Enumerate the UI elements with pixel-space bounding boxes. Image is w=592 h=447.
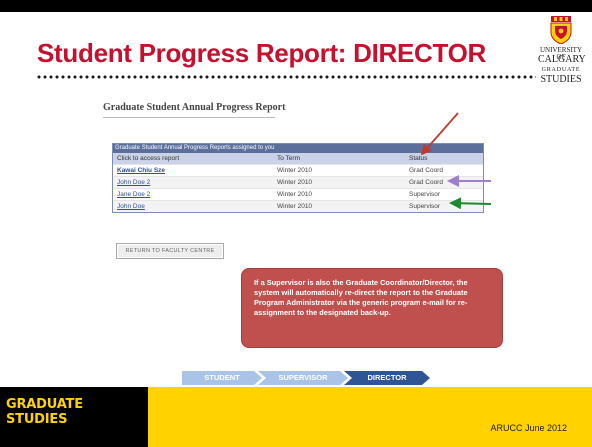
university-logo: UNIVERSITY OF CALGARY GRADUATE STUDIES (538, 12, 586, 92)
report-link[interactable]: Kawai Chiu Sze (117, 167, 165, 174)
term-cell: Winter 2010 (277, 191, 313, 198)
table-row: Jane Doe 2 Winter 2010 Supervisor (113, 188, 483, 200)
footer-bar: GRADUATE STUDIES ARUCC June 2012 (0, 387, 592, 447)
footer-date: ARUCC June 2012 (490, 423, 567, 433)
column-header-status: Status (409, 155, 428, 162)
column-header-report: Click to access report (117, 155, 180, 162)
workflow-steps: STUDENT SUPERVISOR DIRECTOR (182, 371, 430, 385)
slide-title: Student Progress Report: DIRECTOR (37, 38, 486, 68)
report-link[interactable]: John Doe 2 (117, 179, 150, 186)
logo-studies: STUDIES (540, 74, 582, 85)
logo-calgary: CALGARY (538, 54, 586, 65)
table-row: John Doe 2 Winter 2010 Grad Coord (113, 176, 483, 188)
footer-brand-text: GRADUATE STUDIES (6, 397, 83, 427)
dotted-divider (36, 74, 536, 80)
report-link[interactable]: John Doe (117, 203, 145, 210)
table-row: John Doe Winter 2010 Supervisor (113, 200, 483, 212)
table-header: Click to access report To Term Status (113, 153, 483, 164)
logo-graduate: GRADUATE (541, 67, 581, 73)
term-cell: Winter 2010 (277, 179, 313, 186)
reports-table: Graduate Student Annual Progress Reports… (112, 143, 484, 213)
status-cell: Supervisor (409, 191, 441, 198)
term-cell: Winter 2010 (277, 167, 313, 174)
step-student: STUDENT (182, 371, 262, 385)
report-link[interactable]: Jane Doe 2 (117, 191, 150, 198)
table-row: Kawai Chiu Sze Winter 2010 Grad Coord (113, 164, 483, 176)
report-title: Graduate Student Annual Progress Report (103, 102, 286, 113)
step-director: DIRECTOR (344, 371, 430, 385)
status-cell: Grad Coord (409, 179, 443, 186)
table-caption: Graduate Student Annual Progress Reports… (113, 144, 483, 153)
column-header-term: To Term (277, 155, 300, 162)
status-cell: Grad Coord (409, 167, 443, 174)
footer-brand-block: GRADUATE STUDIES (0, 387, 148, 447)
status-cell: Supervisor (409, 203, 441, 210)
term-cell: Winter 2010 (277, 203, 313, 210)
report-title-rule (103, 117, 275, 118)
return-to-faculty-centre-button[interactable]: RETURN TO FACULTY CENTRE (116, 243, 224, 259)
top-black-bar (0, 0, 592, 12)
step-supervisor: SUPERVISOR (258, 371, 348, 385)
university-crest-icon (550, 16, 572, 44)
supervisor-callout: If a Supervisor is also the Graduate Coo… (241, 268, 503, 348)
